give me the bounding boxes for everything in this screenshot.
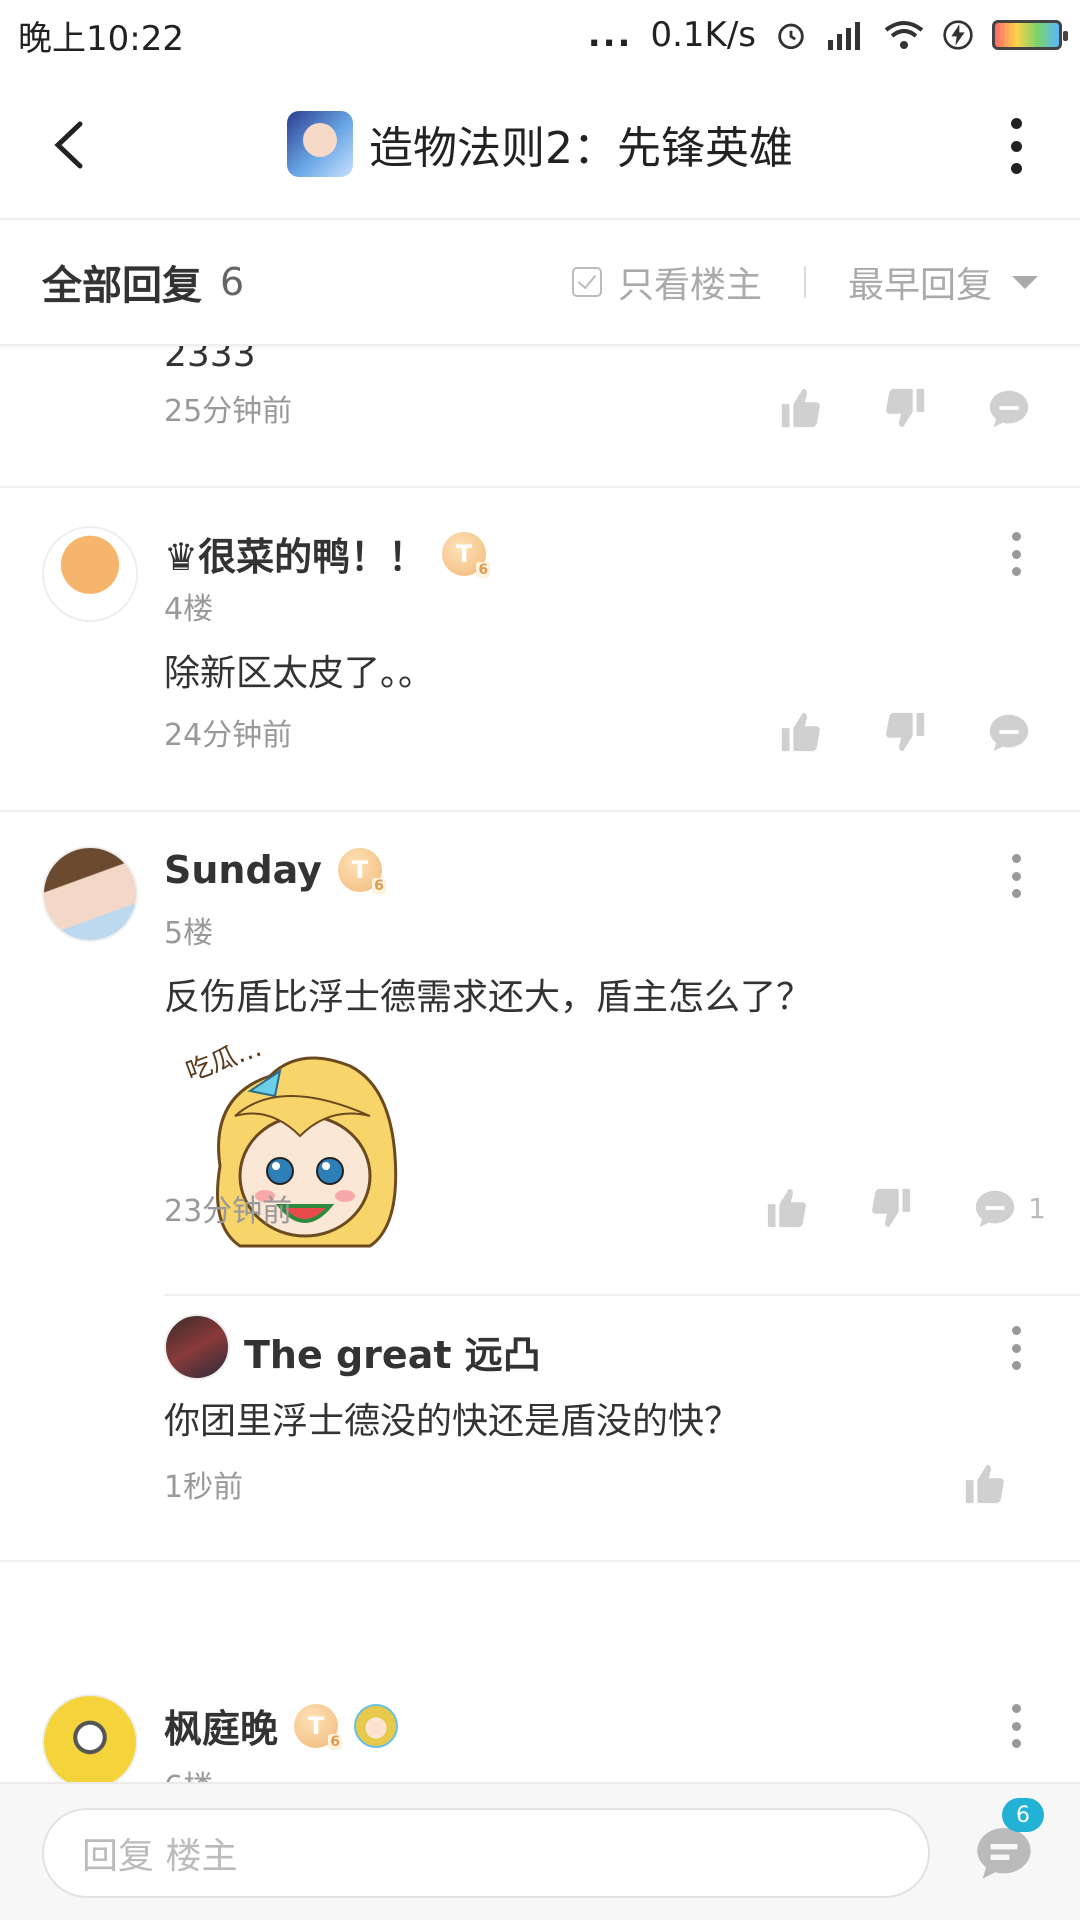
post-author[interactable]: Sunday T — [164, 848, 386, 894]
avatar-badge-icon — [354, 1703, 399, 1748]
thumb-up-icon — [781, 712, 820, 752]
post-text: 反伤盾比浮士德需求还大，盾主怎么了？ — [164, 977, 813, 1018]
comment-icon — [989, 714, 1029, 752]
sub-reply-time: 1秒前 — [164, 1470, 244, 1505]
avatar[interactable] — [42, 1694, 138, 1782]
like-button[interactable] — [764, 1185, 810, 1231]
nav-title-group: 造物法则2：先锋英雄 — [287, 111, 793, 177]
dislike-button[interactable] — [868, 1185, 914, 1231]
username[interactable]: 枫庭晚 — [164, 1698, 278, 1753]
post-more-button[interactable] — [1010, 532, 1022, 576]
sort-dropdown[interactable]: 最早回复 — [848, 256, 992, 308]
status-time: 晚上10:22 — [18, 18, 184, 59]
thumb-down-icon — [886, 712, 925, 752]
post-text: 除新区太皮了。。 — [164, 653, 435, 694]
sub-reply-meta: 1秒前 — [164, 1454, 1080, 1514]
reply-count: 1 — [1028, 1191, 1046, 1225]
status-bar: 晚上10:22 ... 0.1K/s — [0, 0, 1080, 70]
username[interactable]: ♛很菜的鸭！！ — [164, 526, 426, 581]
back-icon — [54, 121, 83, 169]
post-author[interactable]: 枫庭晚 T — [164, 1698, 399, 1753]
post-meta: 25分钟前 — [164, 378, 1080, 438]
reply-list[interactable]: 2333 25分钟前 ♛很菜的鸭！！ T 4楼 除新区太皮了。。 24分钟前 S… — [0, 346, 1080, 1782]
comment-icon — [976, 1190, 1015, 1228]
caret-down-icon[interactable] — [1012, 275, 1038, 289]
back-button[interactable] — [40, 115, 100, 175]
thumb-up-icon — [781, 388, 820, 428]
dislike-button[interactable] — [882, 385, 928, 431]
thumb-up-icon — [768, 1188, 807, 1228]
level-badge: T — [442, 531, 491, 578]
thumb-down-icon — [886, 388, 925, 428]
comment-button[interactable] — [986, 385, 1032, 431]
bottom-bar: 回复 楼主 6 — [0, 1782, 1080, 1920]
net-speed: 0.1K/s — [650, 15, 756, 55]
more-button[interactable] — [1006, 118, 1026, 174]
dislike-button[interactable] — [882, 709, 928, 755]
avatar[interactable] — [42, 846, 138, 942]
post-time: 24分钟前 — [164, 718, 293, 753]
comment-count-badge: 6 — [1002, 1798, 1044, 1832]
filter-bar: 全部回复 6 只看楼主 最早回复 — [0, 220, 1080, 346]
divider — [803, 266, 806, 298]
like-button[interactable] — [778, 709, 824, 755]
comment-icon — [989, 390, 1029, 428]
divider — [0, 1560, 1080, 1562]
sub-reply-text: 你团里浮士德没的快还是盾没的快？ — [164, 1401, 741, 1442]
reply-input[interactable]: 回复 楼主 — [42, 1808, 930, 1898]
like-button[interactable] — [778, 385, 824, 431]
sub-reply-more-button[interactable] — [1010, 1326, 1022, 1370]
filter-controls: 只看楼主 最早回复 — [571, 256, 1038, 308]
reply-count: 6 — [220, 260, 245, 304]
more-icon-dot — [1010, 163, 1022, 174]
post-actions: 1 — [764, 1185, 1046, 1231]
comment-button[interactable]: 1 — [972, 1185, 1046, 1231]
post-meta: 24分钟前 — [164, 702, 1080, 762]
username[interactable]: Sunday — [164, 848, 322, 892]
checkbox-icon[interactable] — [571, 267, 602, 297]
only-op-toggle[interactable]: 只看楼主 — [618, 256, 762, 308]
nav-bar: 造物法则2：先锋英雄 — [0, 70, 1080, 220]
like-button[interactable] — [962, 1461, 1008, 1507]
post-text: 2333 — [164, 346, 256, 375]
thumb-down-icon — [872, 1188, 911, 1228]
comment-button[interactable] — [986, 709, 1032, 755]
avatar[interactable] — [42, 526, 138, 622]
post-author[interactable]: ♛很菜的鸭！！ T — [164, 526, 491, 581]
more-icon-dot — [1010, 118, 1022, 129]
post-actions — [778, 709, 1032, 755]
post-more-button[interactable] — [1010, 1704, 1022, 1748]
sub-reply-author[interactable]: The great 远凸 — [244, 1324, 541, 1379]
status-icons: ... 0.1K/s — [587, 15, 1068, 55]
divider — [0, 486, 1080, 488]
post-more-button[interactable] — [1010, 854, 1022, 898]
post-actions — [778, 385, 1032, 431]
sub-reply-actions — [962, 1461, 1008, 1507]
post-time: 25分钟前 — [164, 394, 293, 429]
floor-number: 5楼 — [164, 916, 214, 951]
page-title: 造物法则2：先锋英雄 — [369, 123, 793, 174]
charging-icon — [942, 19, 974, 51]
level-badge: T — [294, 1703, 343, 1750]
floor-number: 4楼 — [164, 592, 214, 627]
level-badge: T — [337, 848, 386, 894]
post-meta: 23分钟前 1 — [164, 1178, 1080, 1238]
divider — [164, 1294, 1080, 1296]
post-time: 23分钟前 — [164, 1194, 293, 1229]
alarm-icon — [774, 18, 808, 52]
all-replies-title: 全部回复 — [42, 263, 202, 309]
game-icon — [287, 111, 353, 177]
battery-icon — [992, 20, 1068, 50]
thumb-up-icon — [965, 1464, 1004, 1504]
post-meta-spacer — [164, 1066, 1080, 1126]
floor-number: 6楼 — [164, 1762, 213, 1782]
status-dots: ... — [587, 15, 633, 55]
avatar[interactable] — [164, 1314, 230, 1380]
wifi-icon — [884, 20, 924, 50]
signal-icon — [826, 20, 866, 50]
more-icon-dot — [1010, 140, 1022, 152]
divider — [0, 810, 1080, 812]
